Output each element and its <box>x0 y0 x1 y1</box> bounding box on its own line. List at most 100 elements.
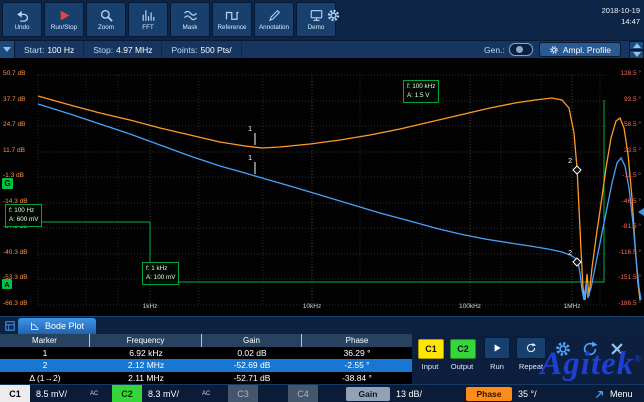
run-stop-icon <box>57 8 72 23</box>
gain-scale-pill[interactable]: Gain <box>346 387 390 401</box>
right-edge-marker[interactable] <box>638 208 644 216</box>
input-channel-button[interactable]: C1 <box>418 339 444 359</box>
marker-2-diamond[interactable] <box>573 166 581 174</box>
input-caption: Input <box>412 362 448 371</box>
gen-toggle[interactable] <box>509 43 533 56</box>
marker-table-row[interactable]: 16.92 kHz0.02 dB36.29 ° <box>0 347 412 359</box>
stop-label: Stop: <box>93 45 113 55</box>
marker-2-diamond[interactable] <box>573 258 581 266</box>
repeat-icon <box>525 342 537 354</box>
undo-icon <box>15 8 30 23</box>
toolbar-button-zoom[interactable]: Zoom <box>86 2 126 37</box>
bode-plot-area[interactable]: 1122 G A 50.7 dB37.7 dB24.7 dB11.7 dB-1.… <box>0 58 644 316</box>
profile-point-annotation: f: 100 HzA: 600 mV <box>5 204 42 227</box>
c1-scale-value[interactable]: 8.5 mV/ <box>36 385 67 402</box>
phase-scale-pill[interactable]: Phase <box>466 387 512 401</box>
profile-point-annotation: f: 100 kHzA: 1.5 V <box>403 80 439 103</box>
generator-control: Gen.: <box>484 43 539 56</box>
phase-scale-value[interactable]: 35 °/ <box>518 385 537 402</box>
status-bar: C1 8.5 mV/ AC C2 8.3 mV/ AC C3 C4 Gain 1… <box>0 384 644 402</box>
collapse-button[interactable] <box>0 41 15 58</box>
settings-gear-icon[interactable] <box>554 340 572 358</box>
toolbar-button-fft[interactable]: FFT <box>128 2 168 37</box>
ampl-profile-label: Ampl. Profile <box>563 45 611 55</box>
diagram-tab-strip: Bode Plot <box>0 316 644 334</box>
marker-table: MarkerFrequencyGainPhase 16.92 kHz0.02 d… <box>0 334 412 384</box>
x-tick-label: 1MHz <box>564 303 581 310</box>
right-axis-label: 58.5 ° <box>624 122 641 129</box>
start-frequency-field[interactable]: Start: 100 Hz <box>15 41 84 58</box>
gear-icon <box>549 45 559 55</box>
start-value: 100 Hz <box>47 45 74 55</box>
stop-value: 4.97 MHz <box>116 45 152 55</box>
window-icon[interactable] <box>4 320 16 332</box>
gain-axis-badge[interactable]: G <box>2 178 13 189</box>
bottom-section: MarkerFrequencyGainPhase 16.92 kHz0.02 d… <box>0 334 644 384</box>
marker-table-row[interactable]: Δ (1→2)2.11 MHz-52.71 dB-38.84 ° <box>0 372 412 384</box>
toolbar-button-reference[interactable]: Reference <box>212 2 252 37</box>
marker-table-row[interactable]: 22.12 MHz-52.69 dB-2.55 ° <box>0 359 412 371</box>
c2-scale-value[interactable]: 8.3 mV/ <box>148 385 179 402</box>
toolbar-button-undo[interactable]: Undo <box>2 2 42 37</box>
output-caption: Output <box>444 362 480 371</box>
datetime-display: 2018-10-19 14:47 <box>602 5 640 28</box>
run-button[interactable] <box>484 337 510 359</box>
points-value: 500 Pts/ <box>200 45 231 55</box>
reference-icon <box>225 8 240 23</box>
x-tick-label: 100kHz <box>459 303 481 310</box>
channel-tab-c2[interactable]: C2 <box>112 385 142 402</box>
refresh-icon[interactable] <box>581 340 599 358</box>
toolbar-button-label: Undo <box>14 24 29 31</box>
marker-1-label: 1 <box>248 126 252 133</box>
left-axis-label: -40.3 dB <box>3 250 28 257</box>
table-cell: Δ (1→2) <box>0 373 90 383</box>
table-cell: 1 <box>0 348 90 358</box>
annotation-icon <box>267 8 282 23</box>
toolbar-button-label: Annotation <box>259 24 289 31</box>
toolbar-button-run-stop[interactable]: Run/Stop <box>44 2 84 37</box>
table-header-phase: Phase <box>302 334 412 347</box>
toolbar-button-label: Run/Stop <box>51 24 77 31</box>
close-icon[interactable] <box>608 340 626 358</box>
marker-table-body: 16.92 kHz0.02 dB36.29 °22.12 MHz-52.69 d… <box>0 347 412 384</box>
top-toolbar: Undo Run/Stop Zoom FFT Mask Reference Annotati… <box>0 0 644 40</box>
marker-2-label: 2 <box>568 158 572 165</box>
menu-button[interactable]: Menu <box>610 385 633 402</box>
arrow-up-right-icon <box>594 388 606 400</box>
toolbar-buttons: Undo Run/Stop Zoom FFT Mask Reference Annotati… <box>0 0 644 37</box>
channel-tab-c1[interactable]: C1 <box>0 385 30 402</box>
toggle-knob <box>516 46 523 53</box>
channel-tab-c3[interactable]: C3 <box>228 385 258 402</box>
toolbar-button-mask[interactable]: Mask <box>170 2 210 37</box>
toolbar-button-label: Mask <box>182 24 197 31</box>
profile-point-annotation: f: 1 kHzA: 100 mV <box>142 262 179 285</box>
table-cell: 36.29 ° <box>302 348 412 358</box>
repeat-button[interactable] <box>516 337 546 359</box>
gear-icon[interactable] <box>326 8 341 23</box>
left-axis-label: 37.7 dB <box>3 97 25 104</box>
tab-bode-plot[interactable]: Bode Plot <box>18 318 96 334</box>
stop-frequency-field[interactable]: Stop: 4.97 MHz <box>84 41 162 58</box>
ampl-profile-button[interactable]: Ampl. Profile <box>539 42 621 57</box>
measurement-settings-bar: Start: 100 Hz Stop: 4.97 MHz Points: 500… <box>0 40 644 58</box>
gain-curve <box>38 96 640 300</box>
scroll-up-button[interactable] <box>629 41 644 50</box>
scroll-spinner <box>629 41 644 59</box>
chevron-down-icon <box>633 52 641 57</box>
table-cell: 2.12 MHz <box>90 360 202 370</box>
right-axis-label: -186.5 ° <box>618 301 641 308</box>
left-axis-label: -66.3 dB <box>3 301 28 308</box>
left-axis-label: 11.7 dB <box>3 148 25 155</box>
toolbar-button-label: FFT <box>142 24 154 31</box>
toolbar-button-annotation[interactable]: Annotation <box>254 2 294 37</box>
channel-tab-c4[interactable]: C4 <box>288 385 318 402</box>
right-axis-label: 93.5 ° <box>624 97 641 104</box>
gain-scale-value[interactable]: 13 dB/ <box>396 385 422 402</box>
start-label: Start: <box>24 45 44 55</box>
output-channel-button[interactable]: C2 <box>450 339 476 359</box>
right-axis-label: -81.5 ° <box>622 224 641 231</box>
bode-chart-icon <box>30 321 40 331</box>
right-axis-label: -11.5 ° <box>622 173 641 180</box>
points-field[interactable]: Points: 500 Pts/ <box>162 41 241 58</box>
points-label: Points: <box>171 45 197 55</box>
